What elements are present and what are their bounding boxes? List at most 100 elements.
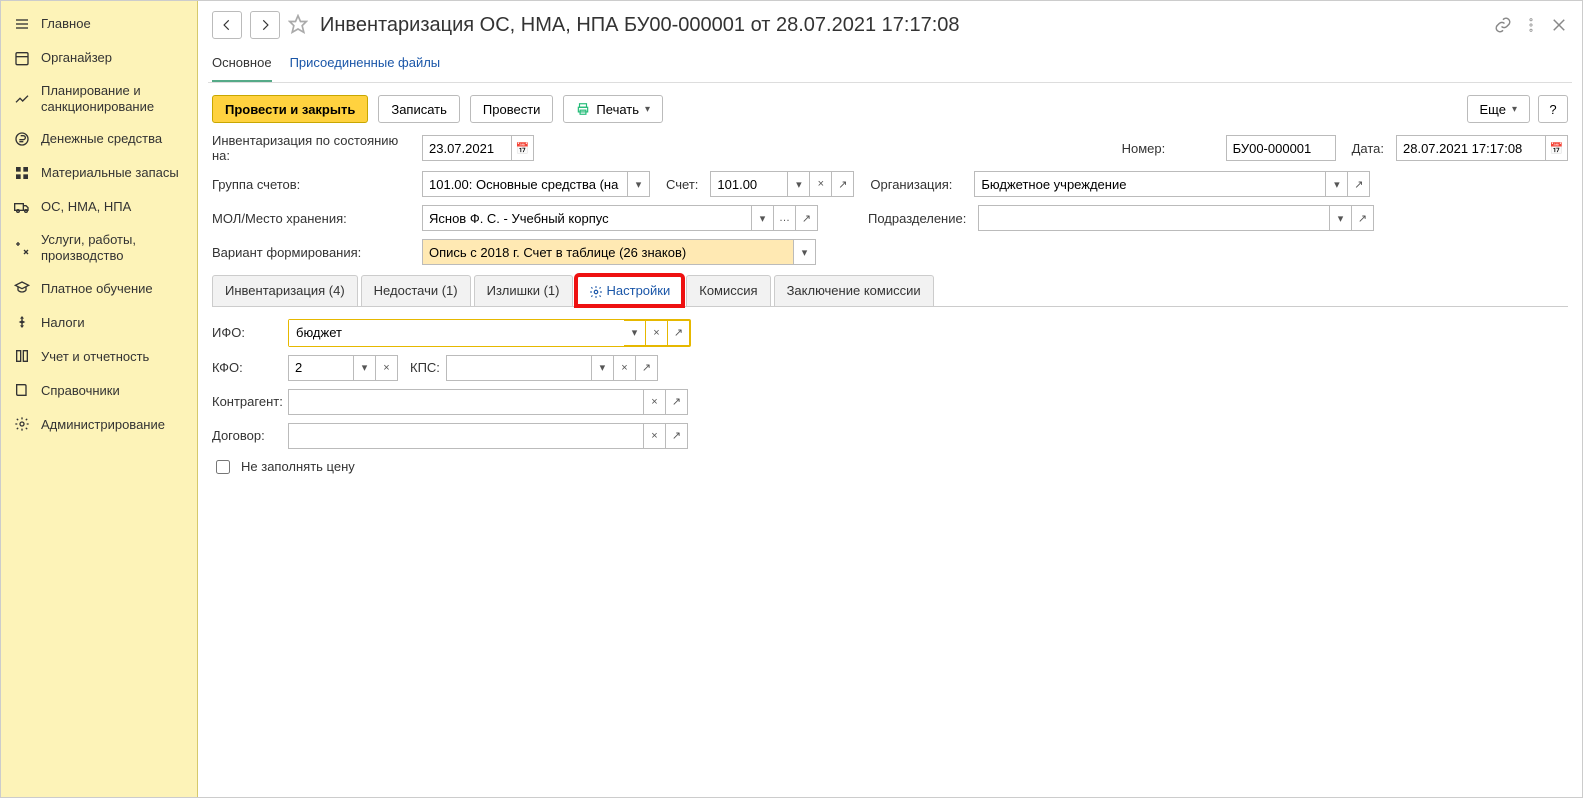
number-input[interactable] [1226,135,1336,161]
ruble-icon [13,130,31,148]
org-field[interactable] [974,171,1326,197]
sidebar-item-planning[interactable]: Планирование и санкционирование [1,75,197,122]
open-icon[interactable]: ↗ [666,389,688,415]
more-icon[interactable] [1522,16,1540,34]
contract-input[interactable]: ×↗ [288,423,688,449]
post-and-close-button[interactable]: Провести и закрыть [212,95,368,123]
print-button[interactable]: Печать ▾ [563,95,663,123]
sidebar-item-accounting[interactable]: Учет и отчетность [1,339,197,373]
chevron-down-icon[interactable]: ▾ [788,171,810,197]
group-label: Группа счетов: [212,177,414,192]
open-icon[interactable]: ↗ [668,320,690,346]
date-field[interactable] [1396,135,1546,161]
sidebar-item-money[interactable]: Денежные средства [1,122,197,156]
contract-label: Договор: [212,428,282,443]
ifo-input[interactable]: ▾×↗ [288,319,691,347]
tab-shortages[interactable]: Недостачи (1) [361,275,471,306]
tab-commission[interactable]: Комиссия [686,275,770,306]
dept-input[interactable]: ▾↗ [978,205,1374,231]
link-icon[interactable] [1494,16,1512,34]
clear-icon[interactable]: × [644,389,666,415]
chevron-down-icon: ▾ [1512,104,1517,115]
favorite-icon[interactable] [288,14,308,37]
group-input[interactable]: ▾ [422,171,650,197]
ifo-field[interactable] [289,320,624,346]
no-price-input[interactable] [216,460,230,474]
mol-input[interactable]: ▾…↗ [422,205,818,231]
chevron-down-icon[interactable]: ▾ [628,171,650,197]
clear-icon[interactable]: × [810,171,832,197]
variant-field[interactable] [422,239,794,265]
gear-icon [13,415,31,433]
more-button[interactable]: Еще▾ [1467,95,1530,123]
mol-field[interactable] [422,205,752,231]
number-field[interactable] [1226,135,1336,161]
sidebar-item-organizer[interactable]: Органайзер [1,41,197,75]
open-icon[interactable]: ↗ [1352,205,1374,231]
dept-field[interactable] [978,205,1330,231]
sidebar-item-services[interactable]: Услуги, работы, производство [1,224,197,271]
open-icon[interactable]: ↗ [796,205,818,231]
chart-icon [13,90,31,108]
contragent-field[interactable] [288,389,644,415]
account-input[interactable]: ▾×↗ [710,171,854,197]
chevron-down-icon[interactable]: ▾ [1326,171,1348,197]
chevron-down-icon[interactable]: ▾ [1330,205,1352,231]
help-button[interactable]: ? [1538,95,1568,123]
save-button[interactable]: Записать [378,95,460,123]
nav-forward-button[interactable] [250,11,280,39]
kfo-field[interactable] [288,355,354,381]
chevron-down-icon[interactable]: ▾ [794,239,816,265]
calendar-icon[interactable]: 📅 [512,135,534,161]
clear-icon[interactable]: × [646,320,668,346]
clear-icon[interactable]: × [376,355,398,381]
as-of-field[interactable] [422,135,512,161]
sidebar-item-taxes[interactable]: Налоги [1,305,197,339]
sidebar-item-reference[interactable]: Справочники [1,373,197,407]
sidebar-item-education[interactable]: Платное обучение [1,271,197,305]
kps-input[interactable]: ▾×↗ [446,355,658,381]
as-of-input[interactable]: 📅 [422,135,534,161]
no-price-checkbox[interactable]: Не заполнять цену [212,457,355,477]
date-input[interactable]: 📅 [1396,135,1568,161]
kfo-input[interactable]: ▾× [288,355,398,381]
open-icon[interactable]: ↗ [1348,171,1370,197]
kps-field[interactable] [446,355,592,381]
sidebar-item-materials[interactable]: Материальные запасы [1,156,197,190]
clear-icon[interactable]: × [614,355,636,381]
chevron-down-icon[interactable]: ▾ [354,355,376,381]
tab-inventory[interactable]: Инвентаризация (4) [212,275,358,306]
subnav: Основное Присоединенные файлы [198,45,1582,82]
page-title: Инвентаризация ОС, НМА, НПА БУ00-000001 … [320,14,960,37]
tab-settings-label: Настройки [607,283,671,298]
contract-field[interactable] [288,423,644,449]
clear-icon[interactable]: × [644,423,666,449]
sidebar-item-main[interactable]: Главное [1,7,197,41]
subnav-files[interactable]: Присоединенные файлы [290,49,441,82]
form: Инвентаризация по состоянию на: 📅 Номер:… [198,133,1582,265]
chevron-down-icon[interactable]: ▾ [752,205,774,231]
sidebar-item-label: Органайзер [41,50,185,66]
tab-settings[interactable]: Настройки [576,275,684,306]
eagle-icon [13,313,31,331]
contragent-input[interactable]: ×↗ [288,389,688,415]
post-button[interactable]: Провести [470,95,554,123]
open-icon[interactable]: ↗ [636,355,658,381]
account-field[interactable] [710,171,788,197]
org-input[interactable]: ▾↗ [974,171,1370,197]
sidebar-item-assets[interactable]: ОС, НМА, НПА [1,190,197,224]
ellipsis-icon[interactable]: … [774,205,796,231]
close-icon[interactable] [1550,16,1568,34]
nav-back-button[interactable] [212,11,242,39]
tab-conclusion[interactable]: Заключение комиссии [774,275,934,306]
variant-input[interactable]: ▾ [422,239,816,265]
chevron-down-icon[interactable]: ▾ [624,320,646,346]
chevron-down-icon[interactable]: ▾ [592,355,614,381]
calendar-icon[interactable]: 📅 [1546,135,1568,161]
group-field[interactable] [422,171,628,197]
sidebar-item-admin[interactable]: Администрирование [1,407,197,441]
tab-surplus[interactable]: Излишки (1) [474,275,573,306]
subnav-main[interactable]: Основное [212,49,272,82]
open-icon[interactable]: ↗ [832,171,854,197]
open-icon[interactable]: ↗ [666,423,688,449]
